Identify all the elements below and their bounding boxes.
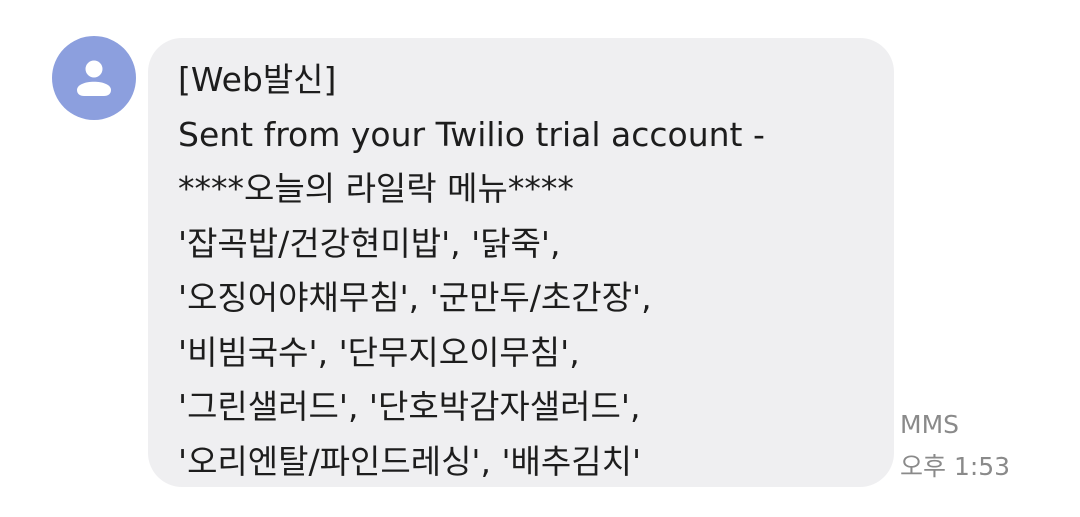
message-line-sender-tag: [Web발신] [178,60,337,99]
message-line-menu-4: '그린샐러드', '단호박감자샐러드', [178,387,641,426]
message-screen: [Web발신] Sent from your Twilio trial acco… [0,0,1080,517]
message-text: [Web발신] Sent from your Twilio trial acco… [178,53,765,489]
message-line-menu-5: '오리엔탈/파인드레싱', '배추김치' [178,441,642,481]
message-meta: MMS 오후 1:53 [900,404,1010,488]
message-line-menu-1: '잡곡밥/건강현미밥', '닭죽', [178,223,561,263]
message-line-menu-title: ****오늘의 라일락 메뉴**** [178,169,574,208]
person-icon [77,60,111,96]
contact-avatar[interactable] [52,36,136,120]
message-type-label: MMS [900,410,960,439]
message-timestamp: 오후 1:53 [900,452,1011,481]
message-line-menu-2: '오징어야채무침', '군만두/초간장', [178,278,652,317]
message-line-trial-notice: Sent from your Twilio trial account - [178,114,765,154]
message-line-menu-3: '비빔국수', '단무지오이무침', [178,332,580,372]
